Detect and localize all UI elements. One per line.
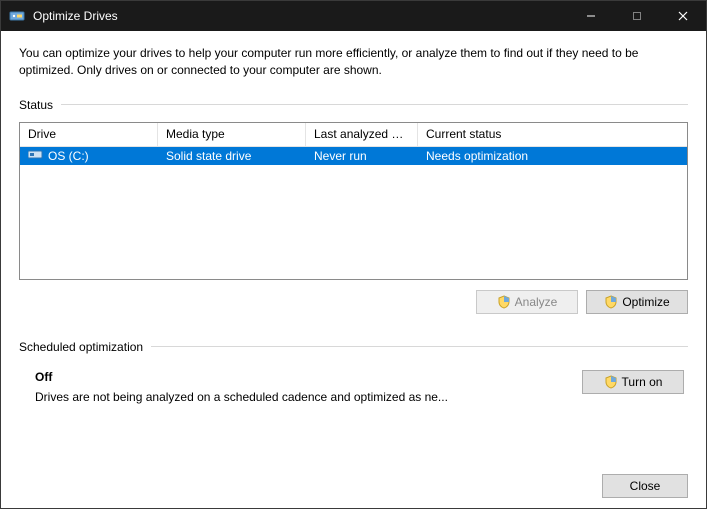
titlebar: Optimize Drives xyxy=(1,1,706,31)
col-header-status[interactable]: Current status xyxy=(418,123,687,146)
close-window-button[interactable] xyxy=(660,1,706,31)
maximize-button[interactable] xyxy=(614,1,660,31)
analyze-optimize-row: Analyze Optimize xyxy=(19,290,688,314)
intro-text: You can optimize your drives to help you… xyxy=(19,45,688,80)
close-button[interactable]: Close xyxy=(602,474,688,498)
scheduled-optimization-section: Scheduled optimization Off Drives are no… xyxy=(19,340,688,404)
cell-drive: OS (C:) xyxy=(20,148,158,163)
sched-state: Off xyxy=(35,370,448,384)
col-header-last[interactable]: Last analyzed or o... xyxy=(306,123,418,146)
sched-text: Off Drives are not being analyzed on a s… xyxy=(35,370,448,404)
sched-desc: Drives are not being analyzed on a sched… xyxy=(35,390,448,404)
turn-on-label: Turn on xyxy=(622,375,663,389)
sched-section-header: Scheduled optimization xyxy=(19,340,688,354)
optimize-drives-window: Optimize Drives You can optimize your dr… xyxy=(0,0,707,509)
cell-status: Needs optimization xyxy=(418,149,687,163)
window-title: Optimize Drives xyxy=(33,9,118,23)
table-row[interactable]: OS (C:) Solid state drive Never run Need… xyxy=(20,147,687,165)
drive-icon xyxy=(28,148,44,163)
sched-label: Scheduled optimization xyxy=(19,340,143,354)
app-icon xyxy=(9,8,25,24)
cell-last: Never run xyxy=(306,149,418,163)
optimize-label: Optimize xyxy=(622,295,669,309)
cell-media: Solid state drive xyxy=(158,149,306,163)
table-header-row: Drive Media type Last analyzed or o... C… xyxy=(20,123,687,147)
optimize-button[interactable]: Optimize xyxy=(586,290,688,314)
col-header-drive[interactable]: Drive xyxy=(20,123,158,146)
col-header-media[interactable]: Media type xyxy=(158,123,306,146)
analyze-button[interactable]: Analyze xyxy=(476,290,578,314)
content-area: You can optimize your drives to help you… xyxy=(1,31,706,508)
turn-on-button[interactable]: Turn on xyxy=(582,370,684,394)
status-section-header: Status xyxy=(19,98,688,112)
sched-body: Off Drives are not being analyzed on a s… xyxy=(19,364,688,404)
status-rule xyxy=(61,104,688,105)
close-label: Close xyxy=(630,479,661,493)
minimize-button[interactable] xyxy=(568,1,614,31)
footer: Close xyxy=(19,466,688,498)
shield-icon xyxy=(604,375,618,389)
drives-table[interactable]: Drive Media type Last analyzed or o... C… xyxy=(19,122,688,280)
status-label: Status xyxy=(19,98,53,112)
table-body: OS (C:) Solid state drive Never run Need… xyxy=(20,147,687,279)
sched-rule xyxy=(151,346,688,347)
shield-icon xyxy=(604,295,618,309)
analyze-label: Analyze xyxy=(515,295,558,309)
drive-name: OS (C:) xyxy=(48,149,89,163)
shield-icon xyxy=(497,295,511,309)
